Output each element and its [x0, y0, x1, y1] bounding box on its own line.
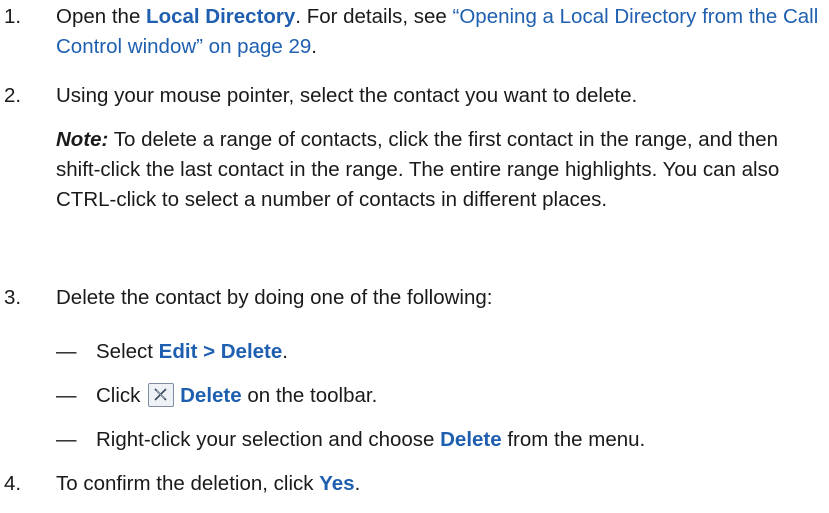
note: Note: To delete a range of contacts, cli… [56, 125, 829, 215]
step-2: 2. Using your mouse pointer, select the … [0, 81, 829, 261]
step-text-part: Open the [56, 5, 147, 28]
option-text: on the toolbar. [241, 384, 378, 407]
option-text: Select [96, 340, 159, 363]
step-number: 4. [4, 472, 22, 495]
option-text: from the menu. [501, 428, 646, 451]
option-text: Right-click your selection and choose [96, 428, 441, 451]
ui-term-delete: Delete [440, 428, 502, 451]
step-text-part: To confirm the deletion, click [56, 472, 320, 495]
ui-term-yes: Yes [319, 472, 355, 495]
ui-term-local-directory: Local Directory [146, 5, 296, 28]
step-text-part: . For details, see [295, 5, 453, 28]
ui-term-edit-delete: Edit > Delete [158, 340, 283, 363]
step-text: Open the Local Directory. For details, s… [56, 2, 829, 62]
step-number: 2. [4, 84, 22, 107]
option-context-menu: — Right-click your selection and choose D… [56, 425, 645, 455]
option-toolbar: — Click Delete on the toolbar. [56, 381, 377, 411]
option-edit-menu: — Select Edit > Delete. [56, 337, 288, 367]
step-text-part: . [311, 35, 317, 58]
step-4: 4. To confirm the deletion, click Yes. [0, 469, 829, 499]
dash: — [56, 340, 77, 363]
option-text: Click [96, 384, 147, 407]
step-text: Delete the contact by doing one of the f… [56, 286, 493, 309]
step-main-text: Using your mouse pointer, select the con… [56, 84, 638, 107]
dash: — [56, 384, 77, 407]
dash: — [56, 428, 77, 451]
step-text: To confirm the deletion, click Yes. [56, 469, 829, 499]
note-label: Note: [56, 128, 109, 151]
step-number: 3. [4, 286, 22, 309]
step-3: 3. Delete the contact by doing one of th… [0, 283, 829, 313]
step-1: 1. Open the Local Directory. For details… [0, 2, 829, 66]
option-text: . [282, 340, 288, 363]
step-number: 1. [4, 5, 22, 28]
step-text-part: . [354, 472, 361, 495]
step-text: Using your mouse pointer, select the con… [56, 81, 829, 215]
note-text: To delete a range of contacts, click the… [56, 128, 780, 211]
ui-term-delete: Delete [180, 384, 242, 407]
delete-x-icon[interactable] [148, 383, 175, 407]
